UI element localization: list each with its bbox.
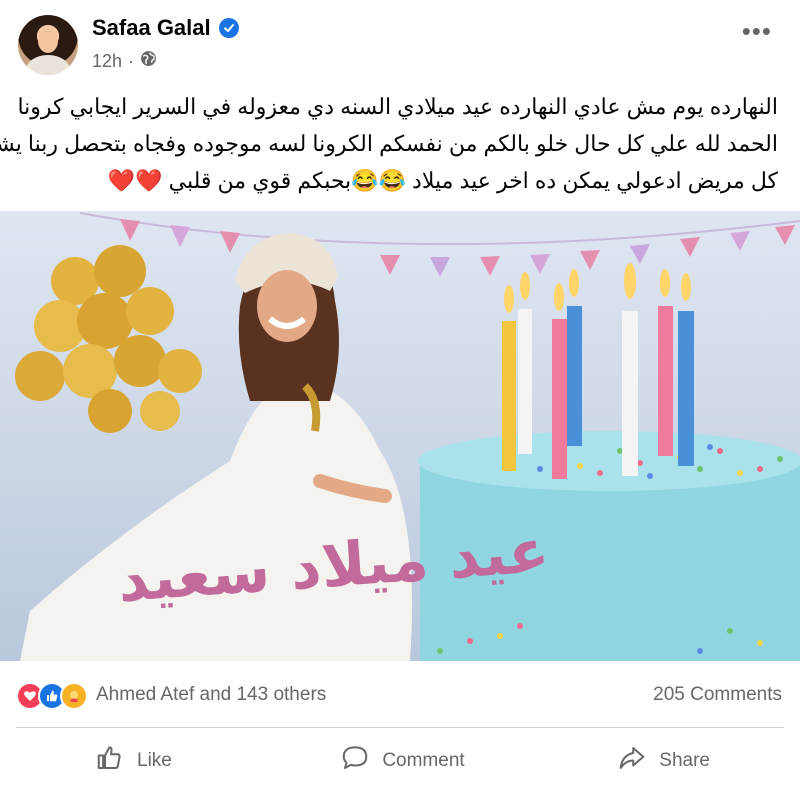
bunting-decoration bbox=[79, 212, 800, 277]
author-avatar[interactable] bbox=[18, 15, 78, 75]
more-options-icon[interactable]: ••• bbox=[742, 16, 772, 47]
verified-badge-icon bbox=[218, 18, 239, 38]
comment-button[interactable]: Comment bbox=[300, 735, 505, 787]
post-meta: 12h · bbox=[92, 50, 157, 72]
post-photo[interactable]: عيد ميلاد سعيد bbox=[0, 211, 800, 661]
gold-balloons bbox=[15, 245, 202, 433]
thumbs-up-icon bbox=[95, 743, 125, 779]
care-icon bbox=[60, 682, 88, 710]
birthday-photo-illustration: عيد ميلاد سعيد bbox=[15, 212, 800, 661]
reactions-summary[interactable]: Ahmed Atef and 143 others bbox=[96, 684, 326, 706]
share-arrow-icon bbox=[617, 743, 647, 779]
post-text-line: كل مريض ادعولي يمكن ده اخر عيد ميلاد 😂😂ب… bbox=[107, 168, 778, 193]
post-text-line: النهارده يوم مش عادي النهارده عيد ميلادي… bbox=[17, 94, 778, 119]
share-button[interactable]: Share bbox=[505, 735, 800, 787]
like-button[interactable]: Like bbox=[0, 735, 300, 787]
share-label: Share bbox=[659, 750, 710, 771]
globe-icon[interactable] bbox=[140, 50, 157, 72]
post-text-line: الحمد لله علي كل حال خلو بالكم من نفسكم … bbox=[0, 131, 778, 156]
post-text: النهارده يوم مش عادي النهارده عيد ميلادي… bbox=[0, 88, 778, 199]
comments-count[interactable]: 205 Comments bbox=[653, 684, 782, 706]
post-header: Safaa Galal 12h · ••• bbox=[0, 0, 800, 90]
post-time[interactable]: 12h bbox=[92, 51, 122, 72]
author-name[interactable]: Safaa Galal bbox=[92, 15, 211, 41]
divider bbox=[16, 727, 784, 728]
post-actions: Like Comment Share bbox=[0, 735, 800, 787]
reaction-icons[interactable] bbox=[16, 682, 88, 710]
author-row: Safaa Galal bbox=[92, 15, 239, 41]
reactions-row: Ahmed Atef and 143 others 205 Comments bbox=[0, 674, 800, 714]
comment-bubble-icon bbox=[340, 743, 370, 779]
comment-label: Comment bbox=[382, 750, 465, 771]
like-label: Like bbox=[137, 750, 172, 771]
